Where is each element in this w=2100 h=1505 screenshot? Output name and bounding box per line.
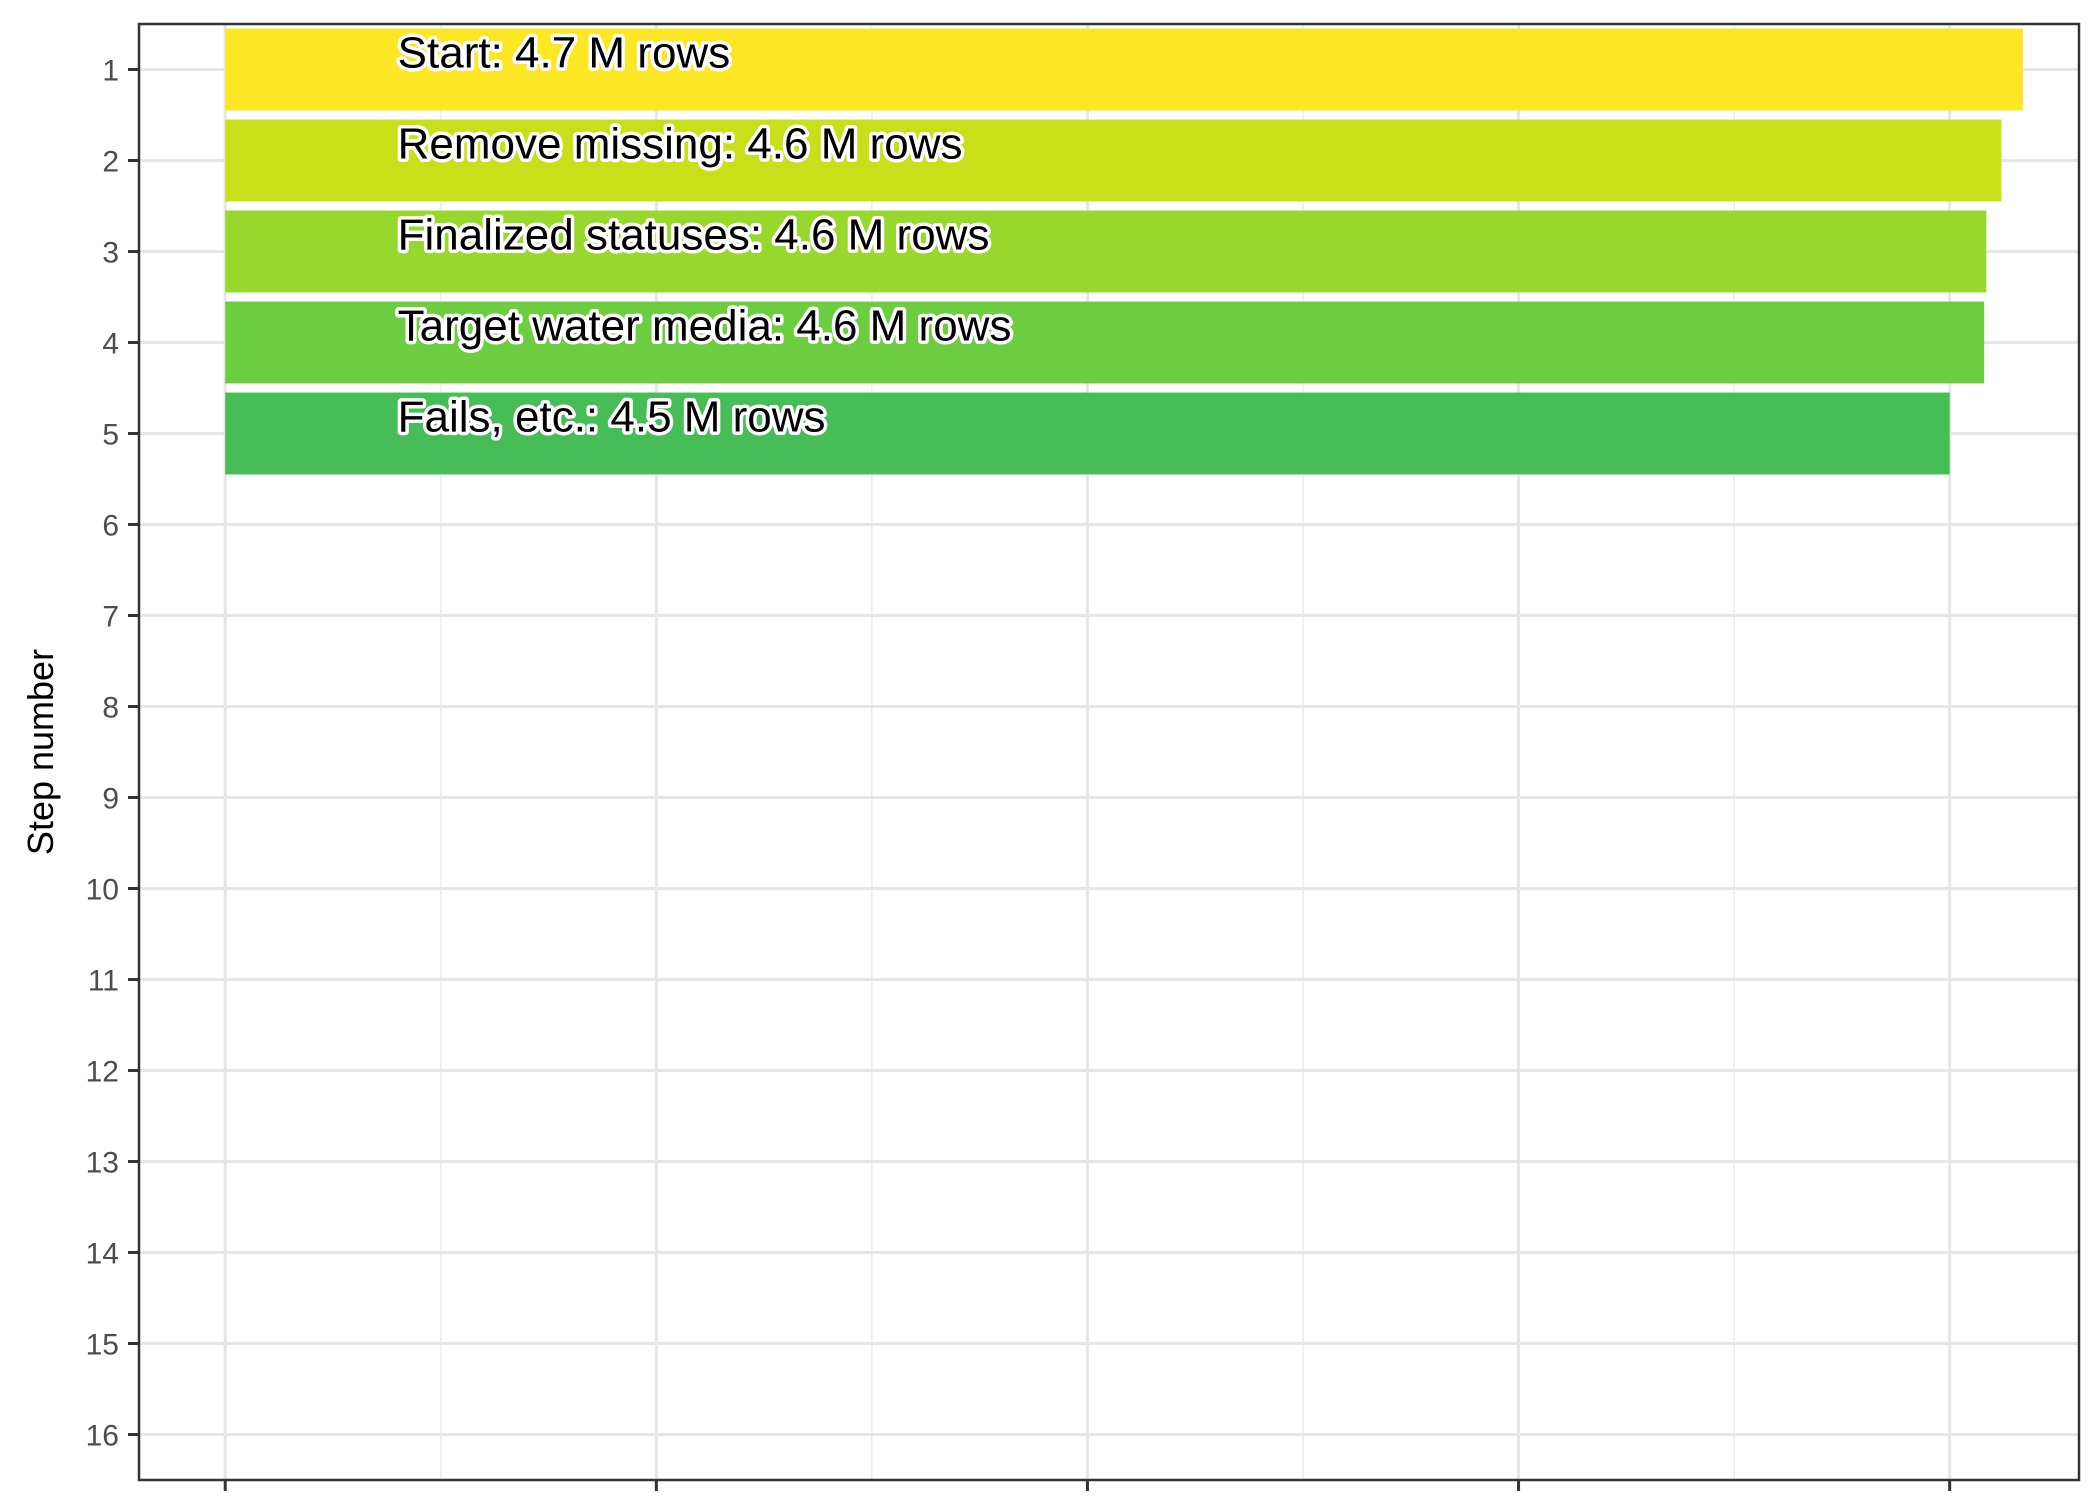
y-tick-label: 10	[86, 874, 119, 907]
chart: Start: 4.7 M rows Remove missing: 4.6 M r…	[0, 0, 2100, 1500]
bar-label-step-3: Finalized statuses: 4.6 M rows	[398, 211, 990, 260]
bar-label-step-2: Remove missing: 4.6 M rows	[398, 120, 963, 169]
y-tick-label: 15	[86, 1329, 119, 1362]
bar-label-step-5: Fails, etc.: 4.5 M rows	[398, 393, 826, 442]
y-tick-label: 5	[102, 419, 119, 452]
y-tick-label: 11	[88, 965, 119, 998]
y-tick-label: 12	[86, 1056, 119, 1089]
y-tick-label: 7	[102, 601, 119, 634]
y-tick-label: 6	[102, 510, 119, 543]
bar-label-step-1: Start: 4.7 M rows	[398, 29, 731, 78]
y-tick-label: 4	[102, 328, 119, 361]
y-tick-label: 9	[102, 783, 119, 816]
y-tick-label: 14	[86, 1238, 119, 1271]
bar-label-step-4: Target water media: 4.6 M rows	[398, 302, 1012, 351]
y-tick-label: 1	[102, 55, 119, 88]
bar-chart-svg: Start: 4.7 M rows Remove missing: 4.6 M r…	[20, 22, 2081, 1491]
y-tick-label: 3	[102, 237, 119, 270]
y-axis-title: Step number	[20, 649, 61, 855]
y-tick-label: 2	[102, 146, 119, 179]
y-tick-label: 13	[86, 1147, 119, 1180]
y-tick-label: 16	[86, 1420, 119, 1453]
y-tick-label: 8	[102, 692, 119, 725]
